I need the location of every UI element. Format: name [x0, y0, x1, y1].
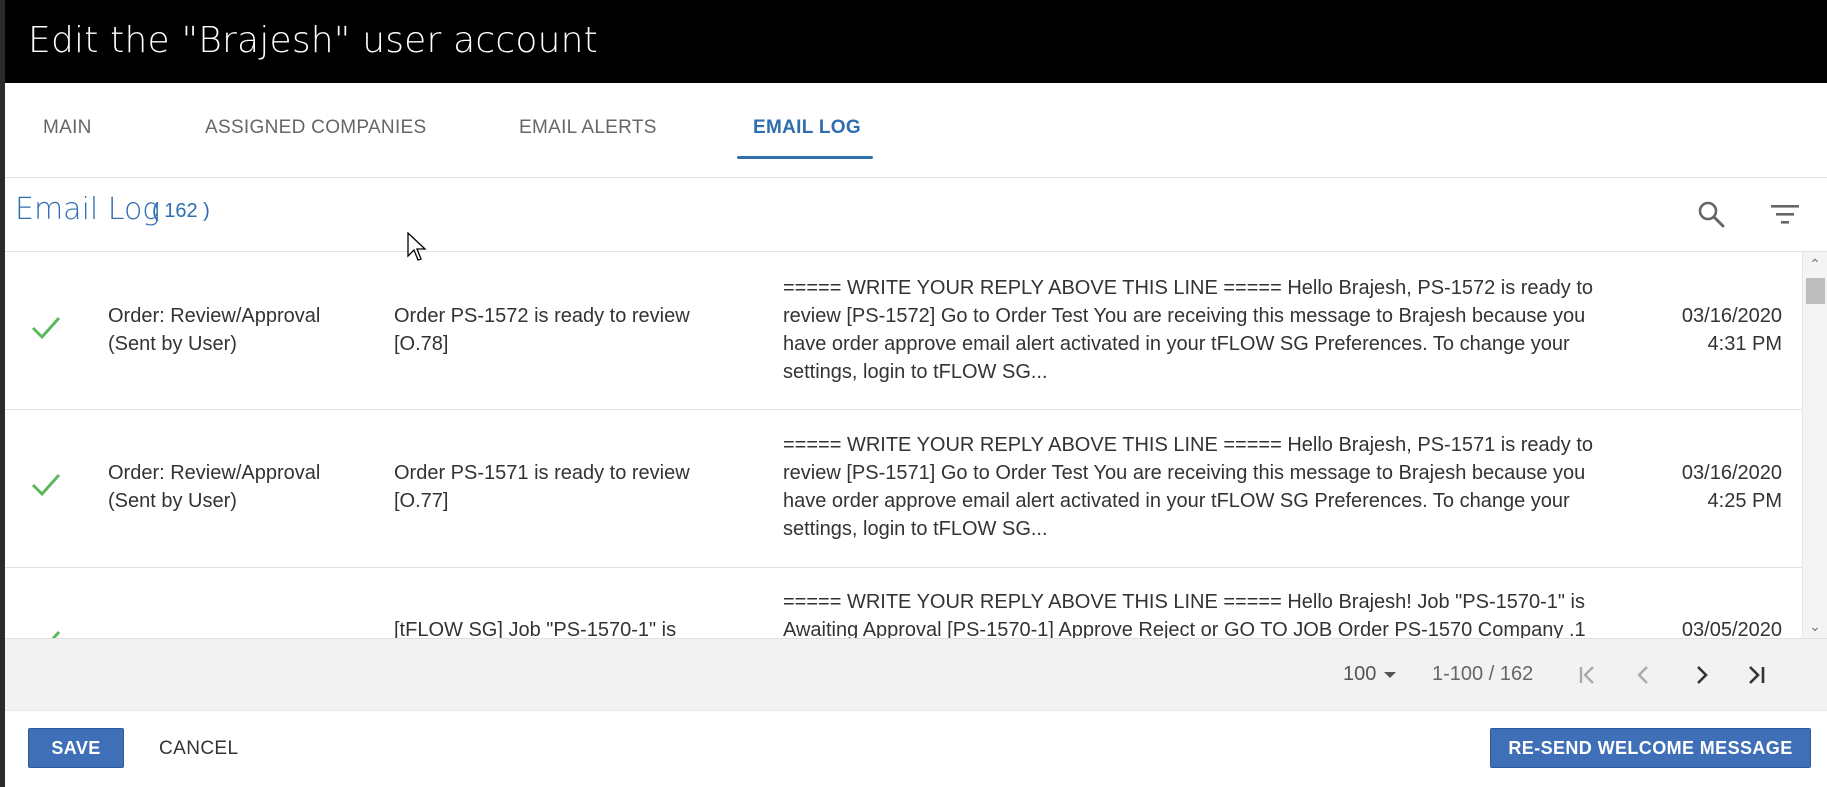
email-date-time: 4:31 PM — [1707, 333, 1782, 355]
dialog-titlebar: Edit the "Brajesh" user account — [5, 0, 1827, 83]
tab-bar: MAIN ASSIGNED COMPANIES EMAIL ALERTS EMA… — [5, 83, 1827, 178]
email-date-day: 03/05/2020 — [1681, 619, 1782, 638]
email-log-count: ( 162 ) — [152, 200, 210, 222]
check-icon — [51, 630, 61, 638]
check-icon — [31, 316, 61, 340]
email-date: 03/05/2020 — [1632, 616, 1782, 638]
email-date: 03/16/2020 4:25 PM — [1632, 459, 1782, 515]
email-body: ===== WRITE YOUR REPLY ABOVE THIS LINE =… — [783, 591, 1586, 638]
chevron-down-icon — [1384, 671, 1397, 678]
email-date-day: 03/16/2020 — [1681, 462, 1782, 484]
grid-scrollbar[interactable]: ⌃ ⌄ — [1802, 252, 1827, 638]
dialog-title: Edit the "Brajesh" user account — [28, 20, 598, 61]
email-date-day: 03/16/2020 — [1681, 305, 1782, 327]
mouse-cursor-icon — [407, 232, 427, 261]
save-button[interactable]: SAVE — [28, 728, 124, 768]
dialog-footer: SAVE CANCEL RE-SEND WELCOME MESSAGE — [5, 710, 1827, 787]
email-type: Order: Review/Approval (Sent by User) — [108, 462, 321, 512]
scroll-up-icon[interactable]: ⌃ — [1807, 256, 1823, 272]
page-size-select[interactable]: 100 — [1343, 663, 1397, 686]
cancel-button[interactable]: CANCEL — [159, 738, 238, 760]
scrollbar-thumb[interactable] — [1806, 278, 1825, 304]
page-range: 1-100 / 162 — [1432, 663, 1534, 685]
filter-icon[interactable] — [1765, 194, 1805, 234]
resend-welcome-button[interactable]: RE-SEND WELCOME MESSAGE — [1490, 728, 1811, 768]
email-type: Order: Review/Approval (Sent by User) — [108, 305, 321, 355]
active-tab-indicator — [737, 156, 873, 159]
scroll-down-icon[interactable]: ⌄ — [1807, 618, 1823, 634]
tab-email-alerts[interactable]: EMAIL ALERTS — [519, 117, 657, 139]
email-subject: Order PS-1571 is ready to review [O.77] — [394, 462, 690, 512]
table-row[interactable]: [tFLOW SG] Job "PS-1570-1" is ===== WRIT… — [5, 568, 1802, 638]
search-icon[interactable] — [1691, 194, 1731, 234]
tab-assigned-companies[interactable]: ASSIGNED COMPANIES — [205, 117, 426, 139]
email-body: ===== WRITE YOUR REPLY ABOVE THIS LINE =… — [783, 434, 1594, 540]
check-icon — [31, 473, 61, 497]
email-date-time: 4:25 PM — [1707, 490, 1782, 512]
last-page-icon[interactable] — [1740, 659, 1772, 691]
email-body: ===== WRITE YOUR REPLY ABOVE THIS LINE =… — [783, 277, 1594, 383]
tab-main[interactable]: MAIN — [43, 117, 92, 139]
email-subject: [tFLOW SG] Job "PS-1570-1" is — [394, 619, 677, 638]
chevron-right-icon[interactable] — [1685, 659, 1717, 691]
page-size-value: 100 — [1343, 663, 1377, 685]
tab-email-log[interactable]: EMAIL LOG — [753, 117, 861, 139]
email-date: 03/16/2020 4:31 PM — [1632, 302, 1782, 358]
email-log-title: Email Log — [15, 192, 161, 227]
email-log-grid: Order: Review/Approval (Sent by User) Or… — [5, 252, 1802, 638]
edit-user-dialog: Edit the "Brajesh" user account MAIN ASS… — [5, 0, 1827, 787]
email-subject: Order PS-1572 is ready to review [O.78] — [394, 305, 690, 355]
table-row[interactable]: Order: Review/Approval (Sent by User) Or… — [5, 252, 1802, 410]
chevron-left-icon[interactable] — [1628, 659, 1660, 691]
pagination-bar: 100 1-100 / 162 — [5, 638, 1827, 710]
first-page-icon[interactable] — [1572, 659, 1604, 691]
table-row[interactable]: Order: Review/Approval (Sent by User) Or… — [5, 410, 1802, 568]
email-log-header: Email Log ( 162 ) — [5, 178, 1827, 252]
